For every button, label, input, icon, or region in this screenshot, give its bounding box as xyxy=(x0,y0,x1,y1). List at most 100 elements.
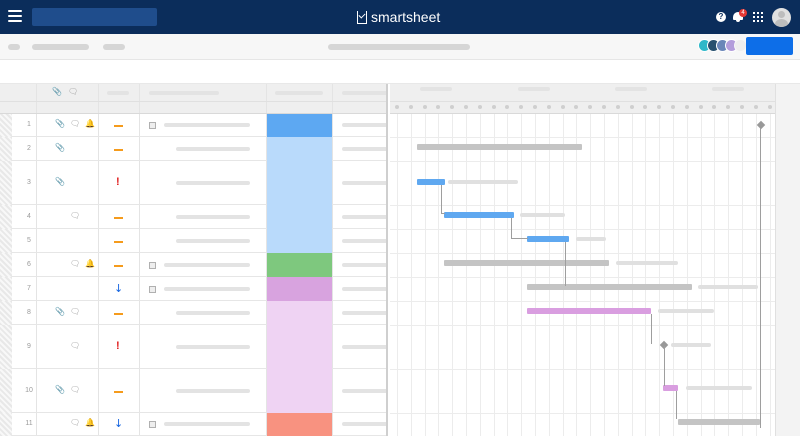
table-row[interactable]: 9 🗨! xyxy=(0,325,386,369)
attachment-icon[interactable]: 📎 xyxy=(55,385,65,394)
date-cell[interactable] xyxy=(342,422,386,426)
app-launcher-icon[interactable] xyxy=(753,12,763,22)
comment-icon[interactable]: 🗨 xyxy=(70,307,80,316)
attachment-icon[interactable]: 📎 xyxy=(55,307,65,316)
toolbar-item[interactable] xyxy=(103,44,125,50)
date-cell[interactable] xyxy=(342,181,386,185)
row-drag-handle[interactable] xyxy=(0,161,12,205)
task-name-cell[interactable] xyxy=(176,389,250,393)
task-name-cell[interactable] xyxy=(176,345,250,349)
gantt-task-bar[interactable] xyxy=(527,284,692,290)
comment-icon[interactable]: 🗨 xyxy=(70,211,80,220)
date-cell[interactable] xyxy=(342,123,386,127)
color-status-cell[interactable] xyxy=(267,161,332,205)
table-row[interactable]: 7 ↓ xyxy=(0,277,386,301)
date-cell[interactable] xyxy=(342,263,386,267)
row-drag-handle[interactable] xyxy=(0,137,12,161)
reminder-bell-icon[interactable]: 🔔 xyxy=(85,119,95,128)
expand-icon[interactable] xyxy=(149,421,156,428)
comment-icon[interactable]: 🗨 xyxy=(70,119,80,128)
gantt-task-bar[interactable] xyxy=(527,308,651,314)
date-cell[interactable] xyxy=(342,215,386,219)
column-header[interactable] xyxy=(275,91,323,95)
column-header[interactable] xyxy=(342,91,386,95)
task-name-cell[interactable] xyxy=(176,215,250,219)
expand-icon[interactable] xyxy=(149,262,156,269)
search-input[interactable] xyxy=(32,8,157,26)
row-number: 11 xyxy=(25,420,33,427)
row-drag-handle[interactable] xyxy=(0,229,12,253)
date-cell[interactable] xyxy=(342,239,386,243)
table-row[interactable]: 5 xyxy=(0,229,386,253)
toolbar-item[interactable] xyxy=(32,44,89,50)
date-cell[interactable] xyxy=(342,287,386,291)
color-status-cell[interactable] xyxy=(267,114,332,137)
row-drag-handle[interactable] xyxy=(0,114,12,137)
table-row[interactable]: 2 📎 xyxy=(0,137,386,161)
app-logo[interactable]: smartsheet xyxy=(357,9,440,25)
color-status-cell[interactable] xyxy=(267,301,332,325)
row-drag-handle[interactable] xyxy=(0,301,12,325)
attachment-icon[interactable]: 📎 xyxy=(55,119,65,128)
help-icon[interactable]: ? xyxy=(716,12,726,22)
row-drag-handle[interactable] xyxy=(0,413,12,436)
comment-icon[interactable]: 🗨 xyxy=(70,385,80,394)
column-header[interactable] xyxy=(149,91,219,95)
row-drag-handle[interactable] xyxy=(0,277,12,301)
task-name-cell[interactable] xyxy=(176,147,250,151)
color-status-cell[interactable] xyxy=(267,277,332,301)
row-drag-handle[interactable] xyxy=(0,253,12,277)
color-status-cell[interactable] xyxy=(267,253,332,277)
reminder-bell-icon[interactable]: 🔔 xyxy=(85,259,95,268)
collapse-icon[interactable] xyxy=(149,122,156,129)
color-status-cell[interactable] xyxy=(267,369,332,413)
table-row[interactable]: 1 📎 🗨 🔔 xyxy=(0,114,386,137)
table-row[interactable]: 4 🗨 xyxy=(0,205,386,229)
task-name-cell[interactable] xyxy=(176,239,250,243)
task-name-cell[interactable] xyxy=(176,311,250,315)
color-status-cell[interactable] xyxy=(267,413,332,436)
table-row[interactable]: 8 📎 🗨 xyxy=(0,301,386,325)
color-status-cell[interactable] xyxy=(267,205,332,229)
attachment-icon[interactable]: 📎 xyxy=(55,177,65,186)
toolbar-item[interactable] xyxy=(8,44,20,50)
attachment-icon[interactable]: 📎 xyxy=(55,143,65,152)
date-cell[interactable] xyxy=(342,311,386,315)
color-status-cell[interactable] xyxy=(267,137,332,161)
table-row[interactable]: 3 📎! xyxy=(0,161,386,205)
task-name-cell[interactable] xyxy=(164,422,250,426)
gantt-task-bar[interactable] xyxy=(527,236,569,242)
vertical-scrollbar[interactable] xyxy=(775,84,800,436)
task-name-cell[interactable] xyxy=(164,263,250,267)
reminder-bell-icon[interactable]: 🔔 xyxy=(85,418,95,427)
milestone-diamond-icon[interactable] xyxy=(756,120,766,130)
collapse-icon[interactable] xyxy=(149,286,156,293)
color-status-cell[interactable] xyxy=(267,325,332,369)
gantt-task-bar[interactable] xyxy=(417,144,582,150)
column-header[interactable] xyxy=(107,91,129,95)
gantt-task-bar[interactable] xyxy=(444,212,514,218)
task-name-cell[interactable] xyxy=(164,287,250,291)
gantt-task-bar[interactable] xyxy=(444,260,609,266)
row-drag-handle[interactable] xyxy=(0,325,12,369)
table-row[interactable]: 11 🗨 🔔 ↓ xyxy=(0,413,386,436)
table-row[interactable]: 10 📎 🗨 xyxy=(0,369,386,413)
comment-icon[interactable]: 🗨 xyxy=(70,259,80,268)
user-avatar[interactable] xyxy=(772,8,791,27)
share-button[interactable] xyxy=(746,37,793,55)
comment-icon[interactable]: 🗨 xyxy=(70,418,80,427)
task-name-cell[interactable] xyxy=(164,123,250,127)
task-name-cell[interactable] xyxy=(176,181,250,185)
date-cell[interactable] xyxy=(342,389,386,393)
dependency-line xyxy=(676,391,677,419)
color-status-cell[interactable] xyxy=(267,229,332,253)
row-drag-handle[interactable] xyxy=(0,369,12,413)
date-cell[interactable] xyxy=(342,147,386,151)
comment-icon[interactable]: 🗨 xyxy=(70,341,80,350)
table-row[interactable]: 6 🗨 🔔 xyxy=(0,253,386,277)
row-drag-handle[interactable] xyxy=(0,205,12,229)
gantt-task-bar[interactable] xyxy=(678,419,760,425)
date-cell[interactable] xyxy=(342,345,386,349)
timeline-day-marker xyxy=(629,105,634,109)
menu-icon[interactable] xyxy=(8,10,22,24)
